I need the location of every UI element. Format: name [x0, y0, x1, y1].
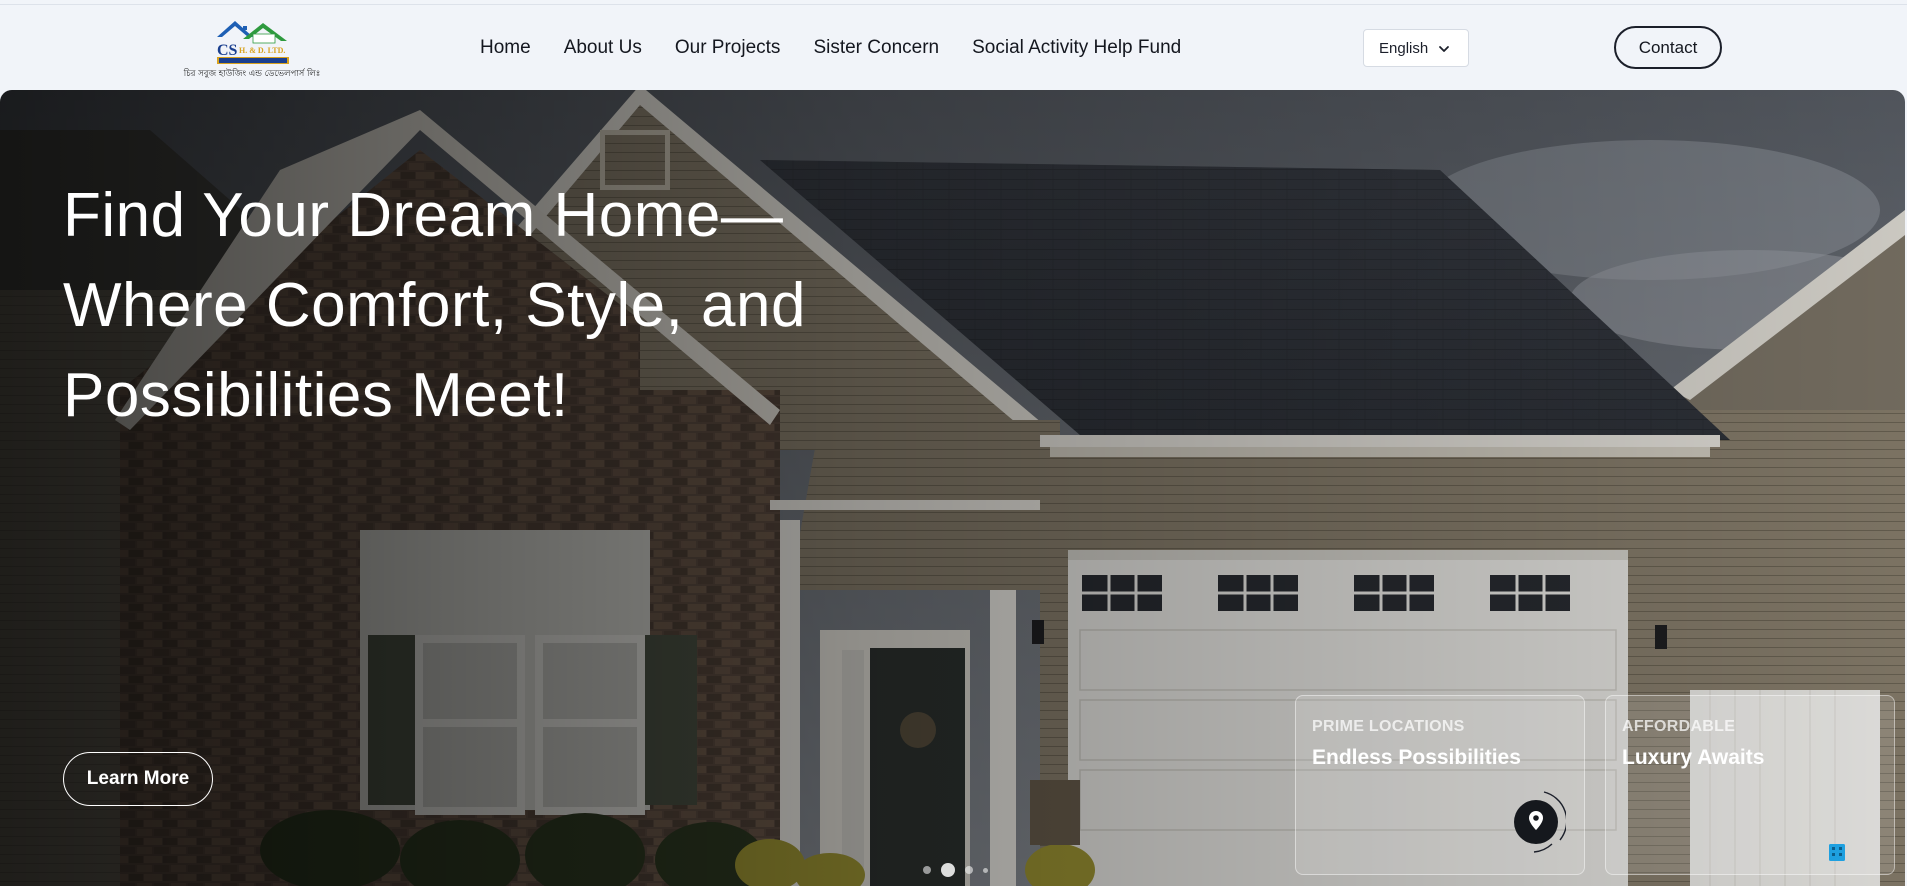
hero-headline-line-2: Where Comfort, Style, and: [63, 271, 806, 340]
carousel-dot-2[interactable]: [941, 863, 955, 877]
contact-button[interactable]: Contact: [1614, 26, 1722, 69]
hero-headline-line-1: Find Your Dream Home—: [63, 181, 784, 250]
chevron-down-icon: [1439, 46, 1449, 52]
learn-more-button[interactable]: Learn More: [63, 752, 213, 806]
location-pin-icon: [1514, 791, 1566, 853]
main-nav: Home About Us Our Projects Sister Concer…: [480, 36, 1214, 60]
company-logo[interactable]: CS H. & D. LTD. চির সবুজ হাউজিং এন্ড ডেভ…: [183, 17, 321, 83]
carousel-dot-4[interactable]: [983, 867, 988, 873]
card-title: Luxury Awaits: [1622, 746, 1765, 769]
hero-section: Find Your Dream Home— Where Comfort, Sty…: [0, 90, 1905, 886]
feature-card-affordable[interactable]: AFFORDABLE Luxury Awaits: [1605, 695, 1895, 875]
carousel-dot-1[interactable]: [923, 866, 931, 874]
nav-item-home[interactable]: Home: [480, 36, 531, 60]
nav-item-social-activity-help-fund[interactable]: Social Activity Help Fund: [972, 36, 1181, 60]
carousel-dot-3[interactable]: [965, 866, 973, 874]
language-select-value: English: [1379, 39, 1429, 57]
hero-headline-line-3: Possibilities Meet!: [63, 361, 569, 430]
svg-text:H. & D. LTD.: H. & D. LTD.: [239, 46, 285, 55]
carousel-dots: [923, 862, 988, 878]
site-header: CS H. & D. LTD. চির সবুজ হাউজিং এন্ড ডেভ…: [0, 5, 1907, 90]
svg-text:CS: CS: [217, 42, 238, 59]
card-eyebrow: AFFORDABLE: [1622, 718, 1736, 735]
nav-item-sister-concern[interactable]: Sister Concern: [813, 36, 939, 60]
card-title: Endless Possibilities: [1312, 746, 1521, 769]
logo-mark-icon: CS H. & D. LTD.: [217, 21, 289, 64]
building-icon: [1829, 844, 1845, 861]
language-select[interactable]: English: [1363, 29, 1469, 67]
company-tagline: চির সবুজ হাউজিং এন্ড ডেভেলপার্স লিঃ: [183, 69, 321, 79]
hero-headline: Find Your Dream Home— Where Comfort, Sty…: [63, 171, 963, 441]
nav-item-our-projects[interactable]: Our Projects: [675, 36, 781, 60]
card-eyebrow: PRIME LOCATIONS: [1312, 718, 1465, 735]
nav-item-about-us[interactable]: About Us: [564, 36, 642, 60]
feature-card-prime-locations[interactable]: PRIME LOCATIONS Endless Possibilities: [1295, 695, 1585, 875]
